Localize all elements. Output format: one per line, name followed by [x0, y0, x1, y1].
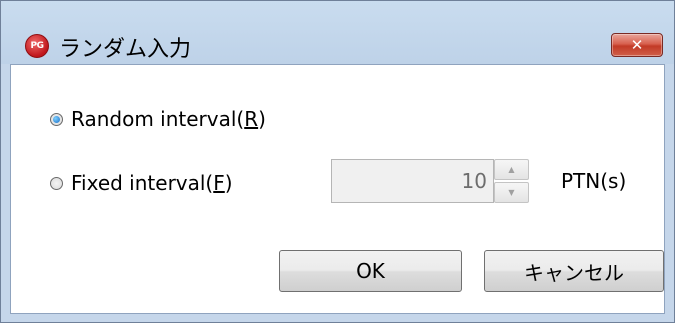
close-icon: ✕ — [630, 36, 644, 54]
title-bar[interactable]: PG ランダム入力 ✕ — [1, 1, 674, 64]
fixed-interval-label: Fixed interval(F) — [71, 171, 233, 195]
random-interval-label: Random interval(R) — [71, 107, 266, 131]
fixed-interval-radio[interactable] — [50, 176, 63, 190]
dialog-window: PG ランダム入力 ✕ Random interval(R) Fixed int… — [0, 0, 675, 323]
interval-unit-label: PTN(s) — [561, 169, 627, 193]
arrow-down-icon: ▼ — [508, 188, 515, 197]
fixed-interval-option[interactable]: Fixed interval(F) — [50, 171, 233, 195]
ok-button[interactable]: OK — [279, 250, 462, 292]
dialog-title: ランダム入力 — [59, 37, 192, 62]
random-interval-option[interactable]: Random interval(R) — [50, 107, 266, 131]
interval-input[interactable]: 10 — [331, 159, 494, 203]
spin-down-button[interactable]: ▼ — [494, 182, 529, 203]
close-button[interactable]: ✕ — [611, 33, 663, 57]
cancel-button[interactable]: キャンセル — [484, 250, 664, 292]
random-interval-radio[interactable] — [50, 112, 63, 126]
arrow-up-icon: ▲ — [508, 165, 515, 174]
dialog-body: Random interval(R) Fixed interval(F) 10 … — [10, 64, 665, 314]
spin-up-button[interactable]: ▲ — [494, 159, 529, 180]
app-icon: PG — [25, 34, 49, 58]
